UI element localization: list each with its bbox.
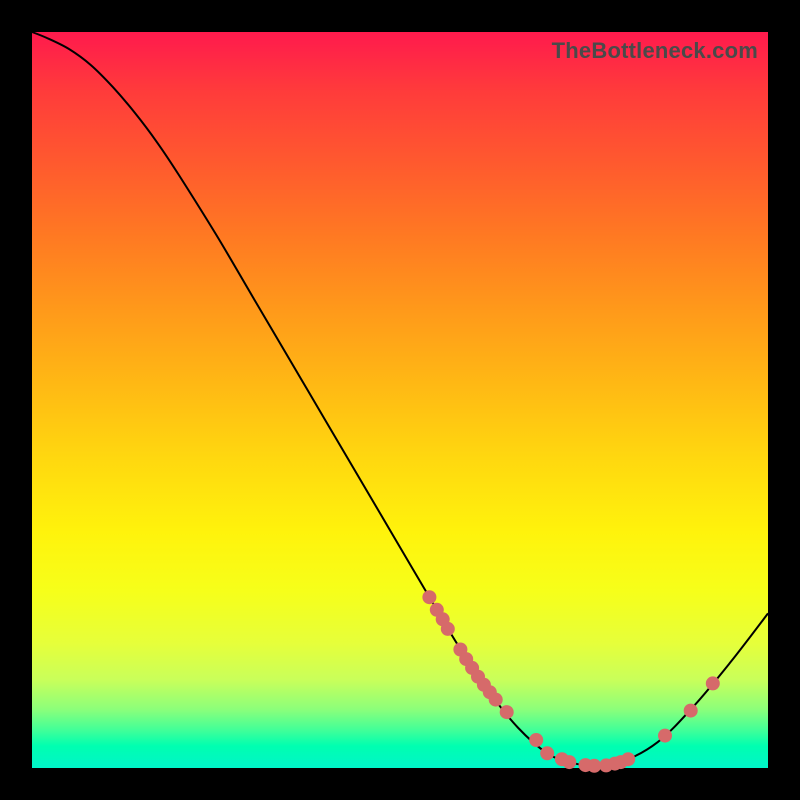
bottleneck-curve-line <box>32 32 768 766</box>
scatter-point <box>706 676 720 690</box>
bottleneck-plot <box>32 32 768 768</box>
scatter-point <box>684 704 698 718</box>
scatter-point <box>489 693 503 707</box>
scatter-points-group <box>422 590 719 773</box>
scatter-point <box>621 752 635 766</box>
chart-area: TheBottleneck.com <box>32 32 768 768</box>
scatter-point <box>500 705 514 719</box>
scatter-point <box>441 622 455 636</box>
scatter-point <box>540 746 554 760</box>
scatter-point <box>658 729 672 743</box>
scatter-point <box>562 755 576 769</box>
scatter-point <box>529 733 543 747</box>
scatter-point <box>422 590 436 604</box>
